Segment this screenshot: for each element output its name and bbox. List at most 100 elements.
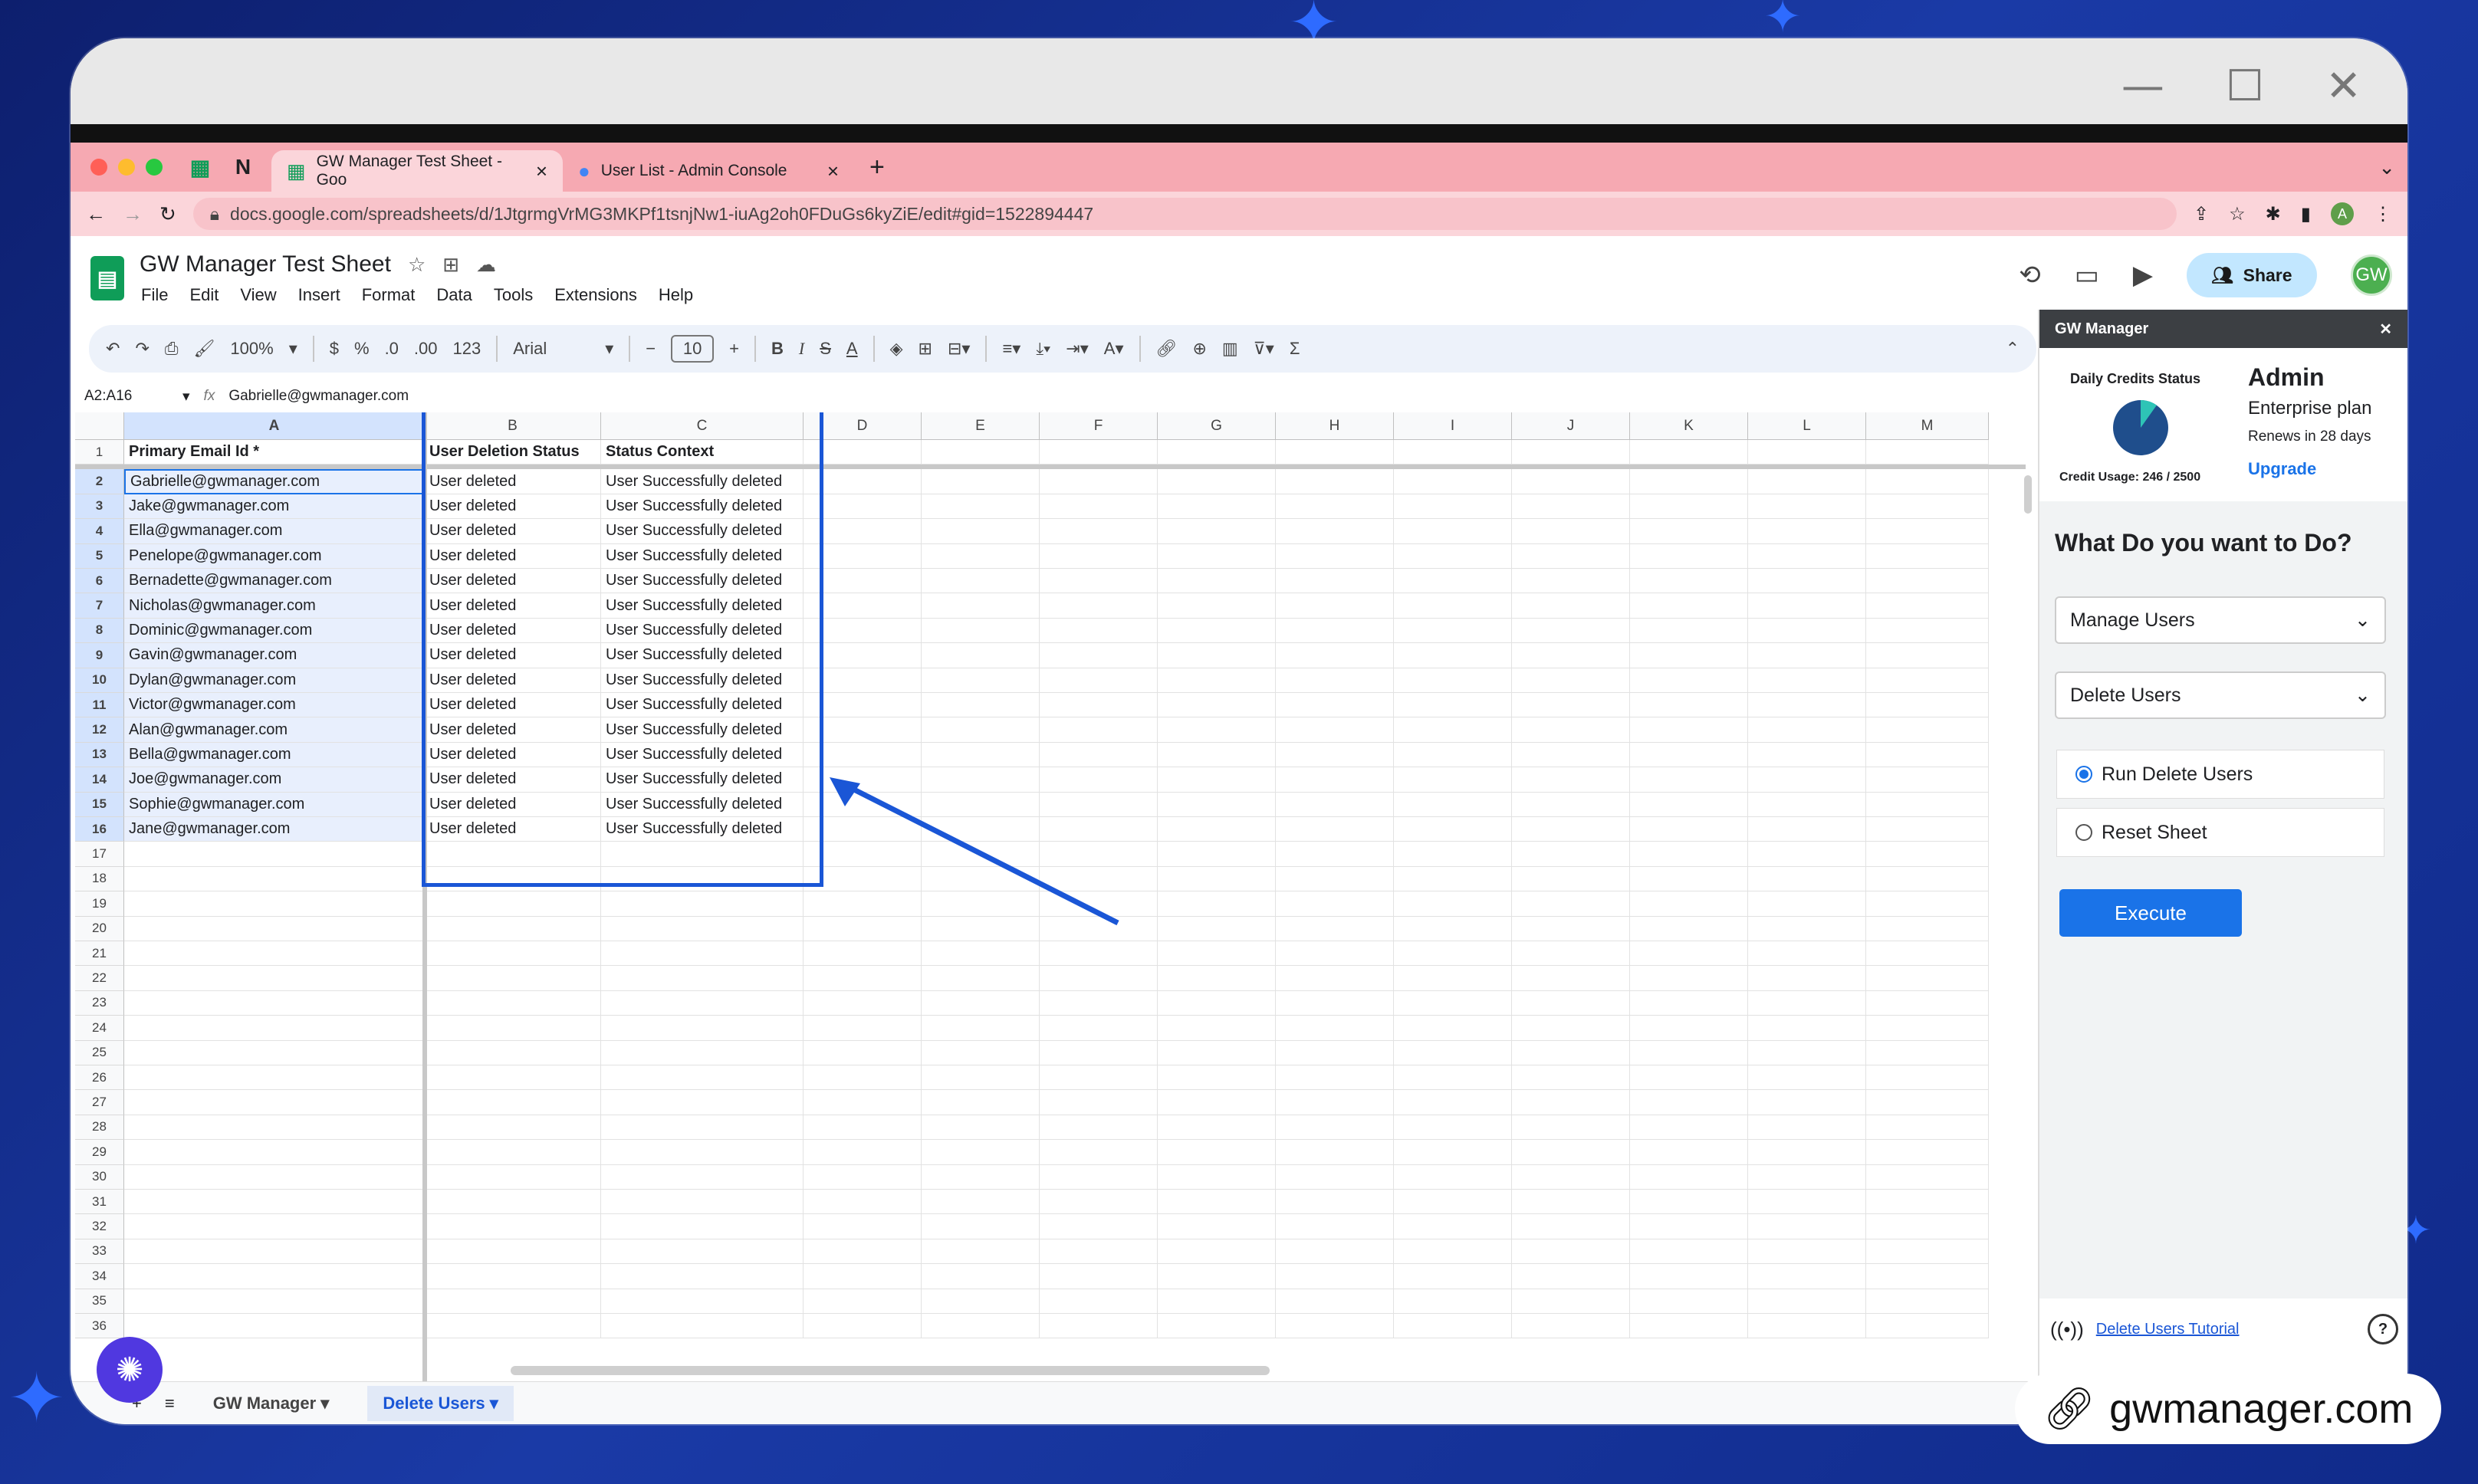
table-cell[interactable] [124,941,425,967]
table-cell[interactable] [1748,1314,1866,1339]
table-cell[interactable] [922,569,1040,594]
table-cell[interactable] [1512,1239,1630,1265]
table-cell[interactable] [1158,742,1276,768]
table-cell[interactable] [922,1289,1040,1314]
row-header[interactable]: 8 [75,618,124,644]
table-cell[interactable] [1040,440,1158,465]
row-header[interactable]: 30 [75,1164,124,1190]
table-cell[interactable] [1630,1190,1748,1215]
table-cell[interactable] [601,966,804,991]
table-cell[interactable] [1748,618,1866,644]
table-cell[interactable] [1276,440,1394,465]
table-cell[interactable] [425,941,601,967]
table-cell[interactable] [1630,1164,1748,1190]
table-cell[interactable] [1040,1164,1158,1190]
table-cell[interactable] [601,1239,804,1265]
table-cell[interactable] [124,1090,425,1115]
table-cell[interactable] [1630,469,1748,494]
table-cell[interactable] [1040,1289,1158,1314]
table-cell[interactable] [1748,1214,1866,1239]
table-cell[interactable] [1394,742,1512,768]
table-cell[interactable] [1394,494,1512,520]
table-cell[interactable]: Dominic@gwmanager.com [124,618,425,644]
table-cell[interactable] [1040,1115,1158,1141]
table-cell[interactable] [601,1164,804,1190]
table-cell[interactable] [1512,618,1630,644]
table-cell[interactable] [1748,593,1866,619]
table-cell[interactable] [1512,494,1630,520]
table-cell[interactable] [1512,742,1630,768]
table-cell[interactable] [1630,593,1748,619]
table-cell[interactable] [1158,1190,1276,1215]
sheet-tab-gw-manager[interactable]: GW Manager ▾ [198,1386,345,1421]
table-cell[interactable] [1158,966,1276,991]
table-cell[interactable] [804,1115,922,1141]
table-cell[interactable] [804,1239,922,1265]
table-cell[interactable] [1630,842,1748,867]
column-header-e[interactable]: E [922,412,1040,440]
table-cell[interactable] [1394,643,1512,668]
table-cell[interactable] [1276,693,1394,718]
spreadsheet-grid[interactable]: A B C D E F G H I J K L M 1 Primary Email Id * User Del… [75,412,2026,1381]
table-cell[interactable] [1748,1090,1866,1115]
text-color-icon[interactable]: A [846,339,858,359]
table-cell[interactable] [1158,916,1276,941]
table-cell[interactable] [1040,1239,1158,1265]
table-cell[interactable] [1748,1016,1866,1041]
table-cell[interactable] [922,1239,1040,1265]
table-cell[interactable] [425,1115,601,1141]
table-cell[interactable] [1158,569,1276,594]
row-header[interactable]: 13 [75,742,124,768]
table-cell[interactable] [425,1040,601,1065]
table-cell[interactable] [601,990,804,1016]
table-cell[interactable] [804,1289,922,1314]
table-cell[interactable] [1276,966,1394,991]
table-cell[interactable] [1512,1314,1630,1339]
table-cell[interactable] [1748,469,1866,494]
table-cell[interactable] [124,1214,425,1239]
table-cell[interactable] [1276,668,1394,693]
table-cell[interactable] [1040,990,1158,1016]
row-header[interactable]: 34 [75,1264,124,1289]
table-cell[interactable] [124,1164,425,1190]
table-cell[interactable] [1276,817,1394,842]
table-cell[interactable] [922,593,1040,619]
table-cell[interactable] [425,1264,601,1289]
table-cell[interactable] [1276,569,1394,594]
table-cell[interactable] [1748,1164,1866,1190]
table-cell[interactable] [1748,717,1866,743]
table-cell[interactable] [1394,842,1512,867]
option-run-delete-users[interactable]: Run Delete Users [2056,750,2384,799]
fill-color-icon[interactable]: ◈ [890,339,903,359]
row-header[interactable]: 7 [75,593,124,619]
column-header-k[interactable]: K [1630,412,1748,440]
table-cell[interactable] [1276,519,1394,544]
undo-icon[interactable]: ↶ [106,339,120,359]
table-cell[interactable] [1512,1065,1630,1091]
table-cell[interactable]: Ella@gwmanager.com [124,519,425,544]
menu-view[interactable]: View [240,285,276,305]
table-cell[interactable] [425,990,601,1016]
table-cell[interactable] [1630,891,1748,917]
table-cell[interactable] [1276,543,1394,569]
upgrade-link[interactable]: Upgrade [2248,459,2371,479]
table-cell[interactable] [1512,469,1630,494]
row-header[interactable]: 1 [75,440,124,465]
table-cell[interactable] [1748,792,1866,817]
column-header-m[interactable]: M [1866,412,1989,440]
forward-icon[interactable]: → [123,202,143,226]
font-size-input[interactable]: 10 [671,335,715,363]
table-cell[interactable] [1866,990,1989,1016]
table-cell[interactable] [1630,742,1748,768]
table-cell[interactable] [1276,792,1394,817]
table-cell[interactable] [1512,767,1630,793]
table-cell[interactable] [922,1140,1040,1165]
table-cell[interactable] [1158,1140,1276,1165]
table-cell[interactable] [601,1016,804,1041]
table-cell[interactable] [1630,1214,1748,1239]
table-cell[interactable] [1276,717,1394,743]
table-cell[interactable] [1394,916,1512,941]
font-select[interactable]: Arial [513,339,590,359]
table-cell[interactable] [804,1264,922,1289]
table-cell[interactable] [922,618,1040,644]
